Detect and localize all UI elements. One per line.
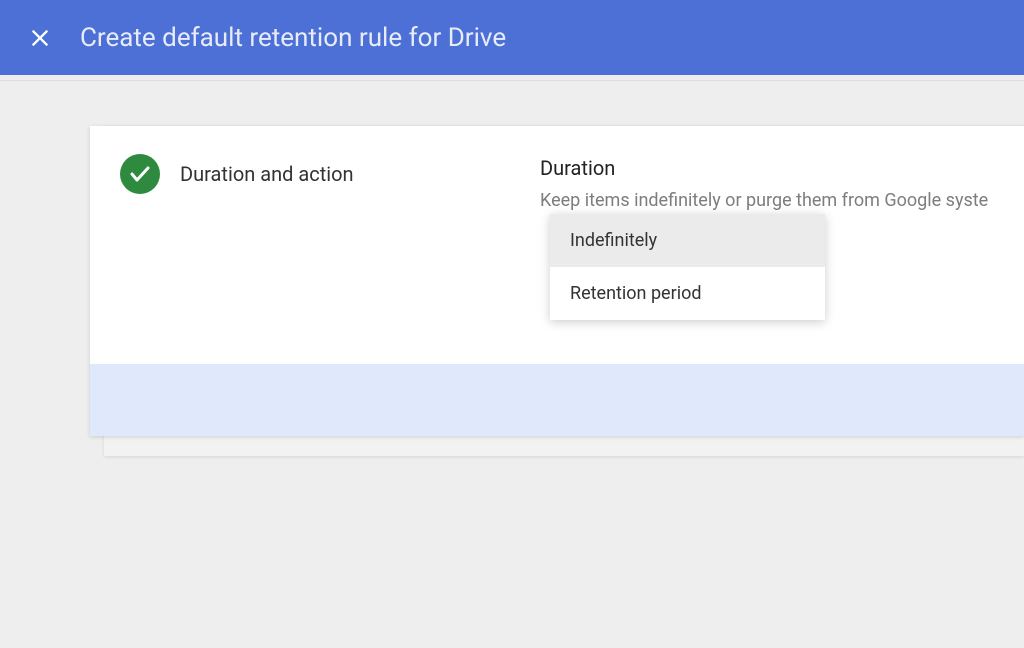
dropdown-option-label: Retention period [570, 283, 702, 304]
step-label: Duration and action [180, 154, 354, 186]
duration-dropdown-menu: Indefinitely Retention period [550, 214, 825, 320]
dropdown-option-label: Indefinitely [570, 230, 657, 251]
card-footer-strip [90, 364, 1024, 436]
check-icon [128, 162, 152, 186]
step-complete-badge [120, 154, 160, 194]
content-area: Duration and action Duration Keep items … [0, 81, 1024, 436]
dialog-title: Create default retention rule for Drive [80, 23, 506, 53]
dropdown-option-indefinitely[interactable]: Indefinitely [550, 214, 825, 267]
section-heading: Duration [540, 156, 1004, 180]
dropdown-option-retention-period[interactable]: Retention period [550, 267, 825, 320]
close-button[interactable] [20, 18, 60, 58]
section-description: Keep items indefinitely or purge them fr… [540, 188, 1004, 213]
dialog-header: Create default retention rule for Drive [0, 0, 1024, 75]
close-icon [29, 27, 51, 49]
